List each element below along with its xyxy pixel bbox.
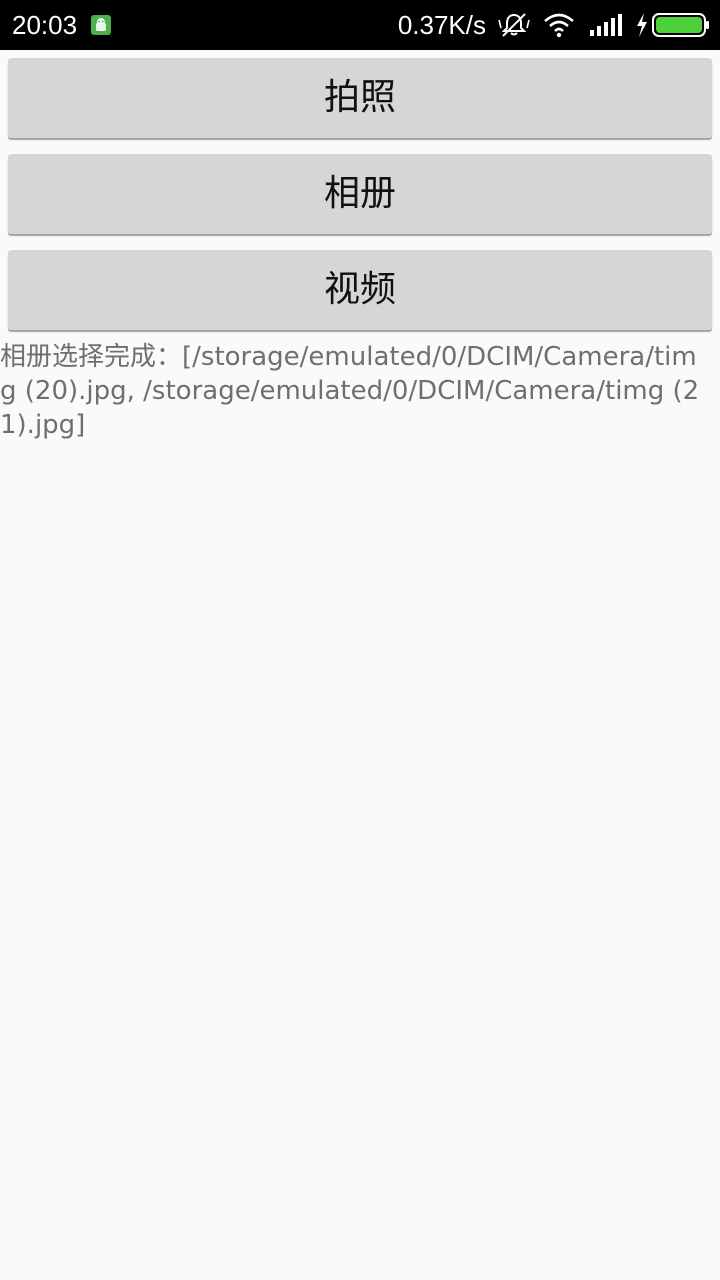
- status-time: 20:03: [12, 10, 78, 40]
- charging-icon: [637, 13, 647, 37]
- camera-button[interactable]: 拍照: [8, 58, 712, 138]
- android-app-icon: [91, 15, 111, 35]
- network-speed: 0.37K/s: [397, 10, 486, 40]
- silent-vibrate-icon: [498, 13, 530, 37]
- result-text: 相册选择完成：[/storage/emulated/0/DCIM/Camera/…: [0, 342, 700, 440]
- signal-icon: [590, 14, 622, 36]
- wifi-icon: [544, 13, 574, 38]
- status-bar: 20:03 0.37K/s: [0, 0, 720, 50]
- video-button[interactable]: 视频: [8, 250, 712, 330]
- main-content: 拍照 相册 视频 相册选择完成：[/storage/emulated/0/DCI…: [0, 50, 720, 1280]
- album-button[interactable]: 相册: [8, 154, 712, 234]
- battery-icon: [652, 13, 709, 37]
